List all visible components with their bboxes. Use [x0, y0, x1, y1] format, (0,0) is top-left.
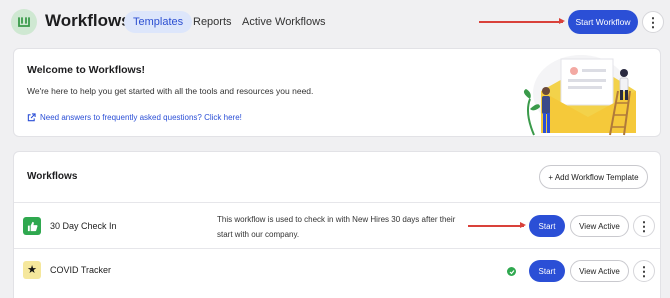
star-icon: ★ — [23, 261, 41, 279]
header-more-icon[interactable]: ⋮ — [642, 11, 664, 33]
view-active-button[interactable]: View Active — [570, 215, 629, 237]
welcome-title: Welcome to Workflows! — [27, 64, 146, 76]
start-button[interactable]: Start — [529, 215, 565, 237]
workflow-description: This workflow is used to check in with N… — [217, 215, 456, 239]
workflow-row: ★ COVID Tracker Start View Active ⋮ — [14, 248, 660, 293]
external-link-icon — [27, 113, 36, 122]
workflows-card: Workflows + Add Workflow Template 30 Day… — [13, 151, 661, 298]
workflows-heading: Workflows — [27, 171, 78, 182]
tab-templates[interactable]: Templates — [124, 11, 193, 33]
workflow-name: COVID Tracker — [50, 265, 112, 275]
faq-link[interactable]: Need answers to frequently asked questio… — [27, 113, 242, 122]
start-workflow-button[interactable]: Start Workflow — [568, 10, 638, 34]
row-more-icon[interactable]: ⋮ — [633, 215, 655, 237]
annotation-arrow — [479, 18, 565, 24]
workflow-row: 30 Day Check In This workflow is used to… — [14, 202, 660, 247]
row-more-icon[interactable]: ⋮ — [633, 260, 655, 282]
workflows-logo — [11, 9, 37, 35]
welcome-text: We're here to help you get started with … — [27, 86, 314, 96]
tab-active-workflows[interactable]: Active Workflows — [233, 11, 335, 33]
annotation-arrow — [468, 222, 526, 228]
app-header: Workflows Templates Reports Active Workf… — [0, 0, 670, 44]
thumbs-up-icon — [23, 217, 41, 235]
view-active-button[interactable]: View Active — [570, 260, 629, 282]
start-button[interactable]: Start — [529, 260, 565, 282]
app-title: Workflows — [45, 11, 131, 30]
welcome-card: Welcome to Workflows! We're here to help… — [13, 48, 661, 137]
add-workflow-template-button[interactable]: + Add Workflow Template — [539, 165, 648, 189]
welcome-illustration — [523, 55, 636, 136]
check-circle-icon — [507, 267, 516, 276]
workflow-name: 30 Day Check In — [50, 221, 117, 231]
faq-link-label: Need answers to frequently asked questio… — [40, 113, 242, 122]
